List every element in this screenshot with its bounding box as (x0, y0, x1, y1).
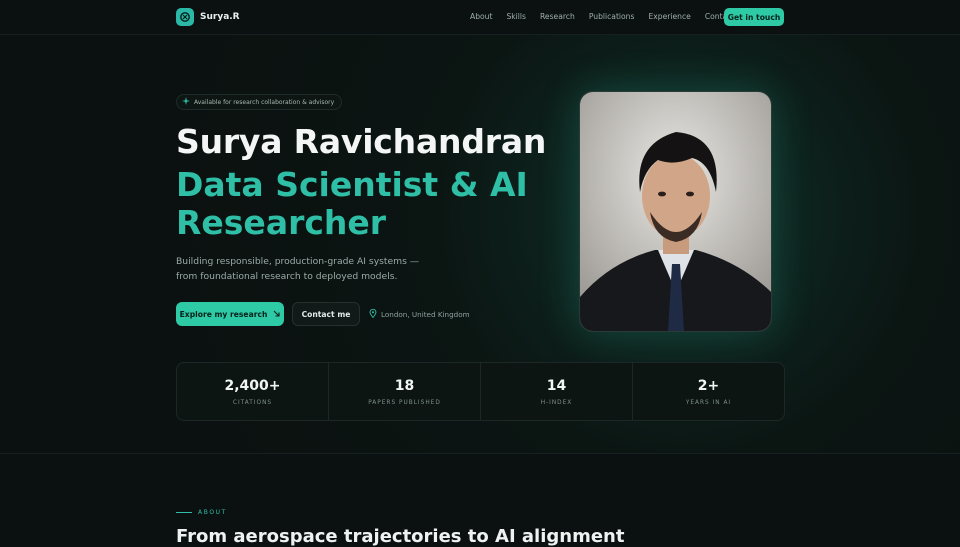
stat-years: 2+ YEARS IN AI (633, 363, 784, 420)
logo-text: Surya.R (200, 12, 240, 22)
explore-research-button[interactable]: Explore my research (176, 302, 284, 326)
logo[interactable]: Surya.R (176, 8, 240, 26)
hero-name: Surya Ravichandran (176, 122, 547, 161)
stat-h-index: 14 H-INDEX (481, 363, 633, 420)
arrow-down-right-icon (273, 310, 280, 319)
stat-label: CITATIONS (232, 399, 273, 406)
availability-text: Available for research collaboration & a… (194, 98, 335, 106)
nav-link-publications[interactable]: Publications (589, 12, 635, 21)
divider (176, 512, 192, 513)
sparkle-icon (182, 97, 190, 107)
about-section-label: ABOUT (176, 509, 227, 516)
stat-value: 2+ (697, 377, 720, 394)
stat-value: 14 (546, 377, 567, 394)
stat-label: YEARS IN AI (685, 399, 732, 406)
map-pin-icon (369, 308, 377, 320)
stat-value: 2,400+ (224, 377, 281, 394)
logo-mark-icon (176, 8, 194, 26)
stat-label: H-INDEX (540, 399, 573, 406)
stat-label: PAPERS PUBLISHED (368, 399, 441, 406)
profile-photo (579, 91, 772, 332)
nav-link-research[interactable]: Research (540, 12, 575, 21)
stat-value: 18 (394, 377, 415, 394)
contact-me-button[interactable]: Contact me (292, 302, 360, 326)
stats-panel: 2,400+ CITATIONS 18 PAPERS PUBLISHED 14 … (176, 362, 785, 421)
nav-link-about[interactable]: About (470, 12, 492, 21)
about-title: From aerospace trajectories to AI alignm… (176, 526, 625, 547)
stat-papers: 18 PAPERS PUBLISHED (329, 363, 481, 420)
nav-link-experience[interactable]: Experience (648, 12, 690, 21)
about-label-text: ABOUT (198, 509, 227, 516)
get-in-touch-button[interactable]: Get in touch (724, 8, 784, 26)
location-text: London, United Kingdom (381, 310, 470, 319)
availability-badge: Available for research collaboration & a… (176, 94, 343, 110)
location: London, United Kingdom (369, 308, 470, 320)
hero-role: Data Scientist & AI Researcher (176, 165, 528, 242)
nav-links: About Skills Research Publications Exper… (470, 12, 734, 21)
top-nav: Surya.R About Skills Research Publicatio… (0, 0, 960, 35)
hero-lead: Building responsible, production-grade A… (176, 256, 420, 282)
explore-research-label: Explore my research (179, 309, 268, 319)
nav-link-skills[interactable]: Skills (506, 12, 526, 21)
stat-citations: 2,400+ CITATIONS (177, 363, 329, 420)
